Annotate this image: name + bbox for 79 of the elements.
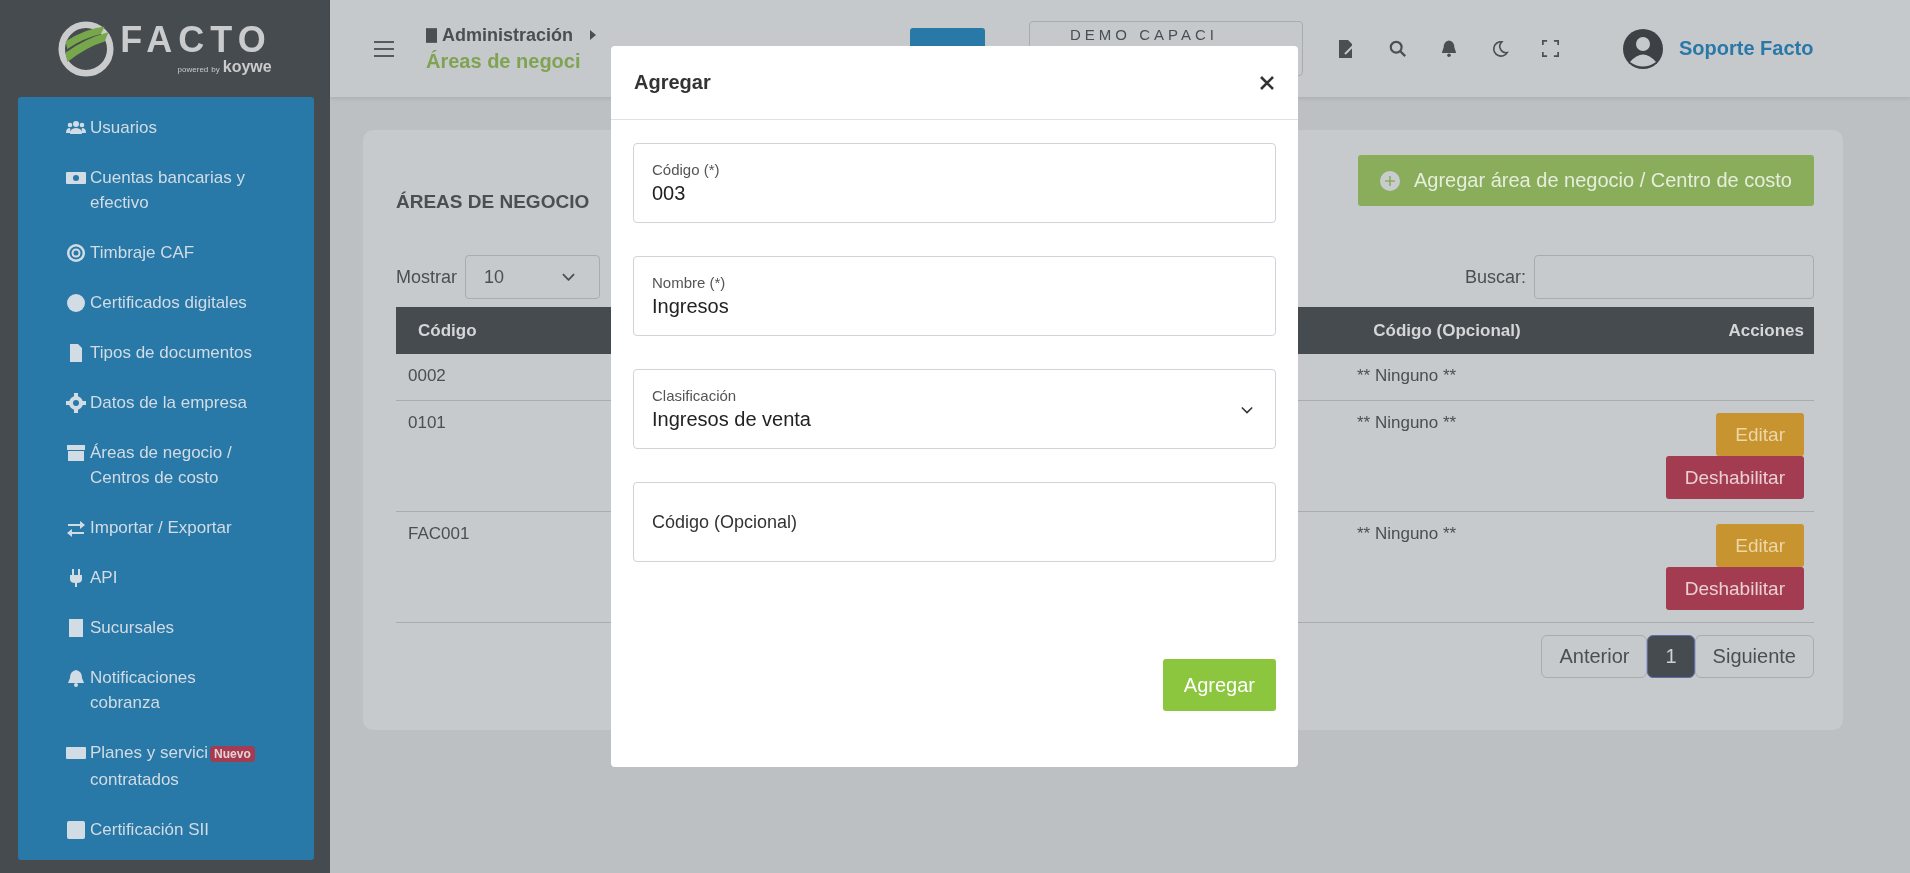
sidebar-item[interactable]: API — [66, 557, 261, 607]
page-size-select[interactable]: 10 — [465, 255, 600, 299]
sidebar-item-label: Planes y servici — [90, 743, 209, 762]
logo-brand: koywe — [222, 57, 272, 76]
sidebar-item-label: API — [90, 568, 118, 587]
section-title: ÁREAS DE NEGOCIO — [396, 191, 590, 213]
sidebar-item-label: Usuarios — [90, 118, 158, 137]
close-icon[interactable] — [1259, 74, 1275, 91]
fullscreen-icon[interactable] — [1542, 40, 1559, 57]
sidebar-item-label: Notificaciones cobranza — [90, 668, 196, 712]
sidebar-item-label: Cuentas bancarias y efectivo — [90, 168, 245, 212]
edit-button[interactable]: Editar — [1716, 413, 1804, 456]
sidebar-item-label: Datos de la empresa — [90, 393, 247, 412]
sidebar-item[interactable]: Notificaciones cobranza — [66, 657, 261, 732]
sidebar-item-label: Tipos de documentos — [90, 343, 252, 362]
search-label: Buscar: — [1464, 266, 1526, 288]
sidebar-item[interactable]: Datos de la empresa — [66, 382, 261, 432]
sidebar-item[interactable]: Usuarios — [66, 107, 261, 157]
table-cell-text: ** Ninguno ** — [1356, 524, 1458, 545]
modal-title: Agregar — [634, 71, 711, 94]
submit-button[interactable]: Agregar — [1162, 659, 1276, 711]
chevron-down-icon — [562, 273, 575, 281]
sidebar-item[interactable]: Certificación SII — [66, 809, 261, 859]
new-badge: Nuevo — [210, 746, 255, 762]
sidebar-item[interactable]: Timbraje CAF — [66, 232, 261, 282]
breadcrumb-section[interactable]: Administración — [442, 24, 574, 46]
archive-icon — [66, 443, 86, 463]
page-button[interactable]: 1 — [1647, 635, 1695, 678]
search-field[interactable] — [1534, 255, 1814, 299]
avatar-icon[interactable] — [1623, 28, 1663, 69]
gear-icon — [66, 393, 86, 413]
user-name[interactable]: Soporte Facto — [1679, 37, 1814, 60]
caret-icon — [590, 30, 597, 40]
sidebar-item-label: Certificados digitales — [90, 293, 247, 312]
column-header[interactable]: Código — [396, 320, 611, 341]
sidebar-item-label: Timbraje CAF — [90, 243, 195, 262]
sidebar-item[interactable]: Importar / Exportar — [66, 507, 261, 557]
column-header: Acciones — [1727, 320, 1805, 341]
page-title: Áreas de negoci — [426, 49, 582, 73]
input-field[interactable]: Código (*) 003 — [633, 143, 1276, 223]
sidebar-item[interactable]: Tipos de documentos — [66, 332, 261, 382]
bell-icon[interactable] — [1440, 39, 1458, 58]
logo-icon — [58, 20, 115, 77]
logo-tagline: by — [211, 64, 220, 74]
table-cell-text: 0101 — [407, 413, 447, 434]
disable-button[interactable]: Deshabilitar — [1665, 567, 1804, 610]
sidebar-item[interactable]: Sucursales — [66, 607, 261, 657]
sidebar-item[interactable]: Cuentas bancarias y efectivo — [66, 157, 261, 232]
moon-icon[interactable] — [1491, 39, 1509, 58]
logo-tagline: powered — [177, 64, 209, 74]
table-cell-text: FAC001 — [407, 524, 471, 545]
input-field[interactable]: Nombre (*) Ingresos — [633, 256, 1276, 336]
table-cell-text: ** Ninguno ** — [1356, 366, 1458, 387]
sidebar-item[interactable]: Certificados digitales — [66, 282, 261, 332]
sidebar-item-label: contratados — [90, 769, 180, 791]
swap-icon — [66, 518, 86, 538]
disable-button[interactable]: Deshabilitar — [1665, 456, 1804, 499]
edit-button[interactable]: Editar — [1716, 524, 1804, 567]
sidebar-item[interactable]: Áreas de negocio / Centros de costo — [66, 432, 261, 507]
show-label: Mostrar — [396, 266, 457, 288]
input-field[interactable]: Código (Opcional) — [633, 482, 1276, 562]
search-icon[interactable] — [1389, 39, 1407, 58]
add-area-button[interactable]: Agregar área de negocio / Centro de costo — [1357, 155, 1814, 206]
next-page-button[interactable]: Siguiente — [1694, 635, 1814, 678]
sidebar-item-label: Certificación SII — [90, 820, 210, 839]
plus-circle-icon — [1379, 170, 1400, 191]
table-cell-text: ** Ninguno ** — [1356, 413, 1458, 434]
target-icon — [66, 243, 86, 263]
logo-wordmark: FACTO — [120, 21, 272, 58]
sidebar-item[interactable]: Planes y servici Nuevo contratados — [66, 732, 261, 809]
select-field[interactable]: Clasificación Ingresos de venta — [633, 369, 1276, 449]
column-header[interactable]: Código (Opcional) — [1373, 320, 1521, 341]
chevron-down-icon — [1241, 406, 1253, 414]
menu-icon[interactable] — [374, 40, 394, 57]
sidebar-item-label: Sucursales — [90, 618, 175, 637]
table-cell-text: 0002 — [407, 366, 447, 387]
bell-icon — [66, 668, 86, 688]
sidebar-item-label: Áreas de negocio / Centros de costo — [90, 443, 232, 487]
sidebar-item-label: Importar / Exportar — [90, 518, 232, 537]
